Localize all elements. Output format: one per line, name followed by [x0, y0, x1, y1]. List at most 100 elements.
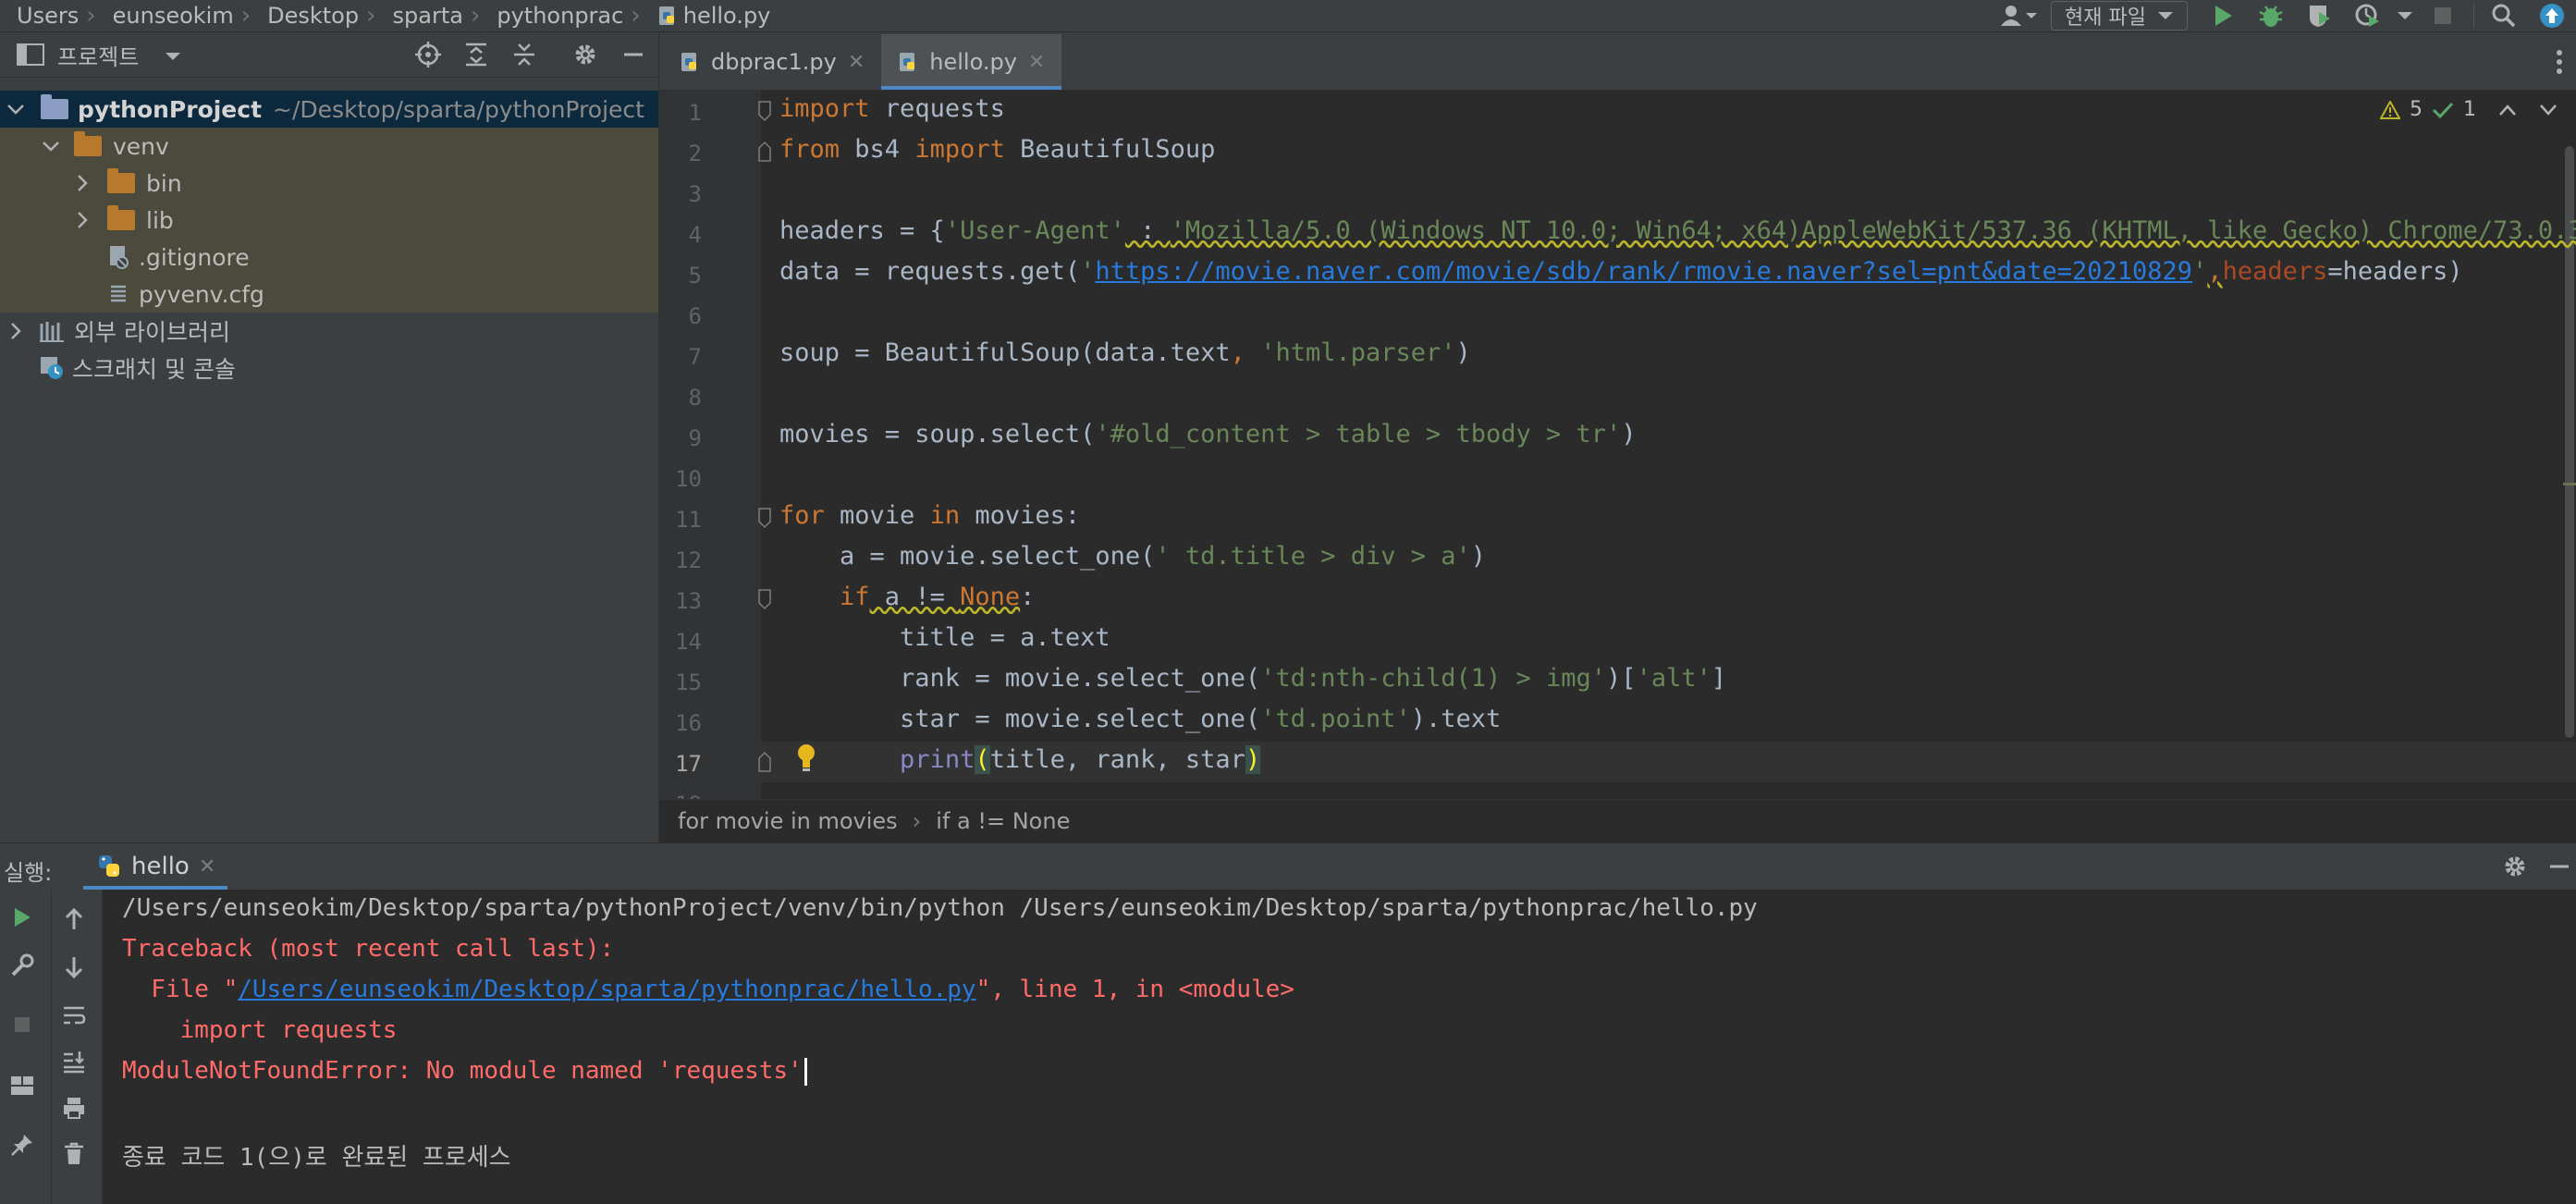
gear-icon[interactable] — [2502, 854, 2528, 879]
line-number: 4 — [688, 222, 702, 248]
run-console[interactable]: /Users/eunseokim/Desktop/sparta/pythonPr… — [103, 890, 2576, 1204]
config-file-icon — [111, 285, 126, 302]
tree-item-bin[interactable]: bin — [0, 165, 658, 202]
error-stripe-marker[interactable] — [2563, 483, 2576, 485]
close-icon[interactable]: ✕ — [1028, 51, 1045, 74]
more-tabs-icon[interactable] — [2556, 49, 2563, 79]
coverage-icon[interactable] — [2295, 0, 2343, 31]
run-icon[interactable] — [2199, 0, 2247, 31]
crumb-desktop[interactable]: Desktop — [251, 3, 366, 29]
run-panel-label: 실행: — [4, 860, 53, 886]
arrow-up-icon[interactable] — [55, 903, 92, 936]
search-icon[interactable] — [2480, 0, 2528, 31]
print-icon[interactable] — [55, 1091, 92, 1124]
user-icon[interactable] — [1986, 0, 2051, 31]
code-line-9: movies = soup.select('#old_content > tab… — [779, 420, 1637, 448]
locate-file-icon[interactable] — [412, 40, 444, 69]
project-panel-title[interactable]: 프로젝트 — [57, 39, 139, 71]
chevron-down-icon[interactable] — [6, 99, 26, 119]
chevron-down-icon[interactable] — [41, 136, 61, 156]
folder-icon — [41, 94, 68, 119]
tree-item-label: 외부 라이브러리 — [74, 319, 230, 346]
fold-marker-icon[interactable] — [757, 751, 772, 773]
project-root-name: pythonProject — [78, 95, 263, 123]
tree-item-pythonproject[interactable]: pythonProject ~/Desktop/sparta/pythonPro… — [0, 91, 658, 128]
breadcrumb-item[interactable]: for movie in movies — [678, 808, 898, 834]
tab-hello-py[interactable]: hello.py ✕ — [881, 34, 1062, 90]
gear-icon[interactable] — [570, 40, 601, 69]
update-icon[interactable] — [2528, 0, 2576, 31]
crumb-sparta[interactable]: sparta — [376, 3, 471, 29]
console-error-line: ModuleNotFoundError: No module named 're… — [122, 1057, 807, 1086]
more-run-options-icon[interactable] — [2391, 0, 2419, 31]
crumb-label: eunseokim — [112, 3, 234, 29]
hide-panel-icon[interactable] — [618, 40, 649, 69]
crumb-hello-py[interactable]: hello.py — [641, 3, 779, 29]
expand-all-icon[interactable] — [460, 40, 492, 69]
line-number: 14 — [675, 629, 702, 655]
line-number: 8 — [688, 385, 702, 411]
close-icon[interactable]: ✕ — [199, 855, 215, 878]
chevron-down-icon[interactable] — [165, 51, 181, 62]
run-config-select[interactable]: 현재 파일 — [2051, 1, 2188, 31]
line-number: 10 — [675, 466, 702, 492]
fold-marker-icon[interactable] — [757, 100, 772, 122]
scratches-icon — [41, 357, 63, 379]
tree-item-external-libraries[interactable]: 외부 라이브러리 — [0, 313, 658, 350]
inspection-widget[interactable]: 5 1 — [2380, 98, 2558, 121]
python-file-icon — [658, 6, 674, 25]
hide-panel-icon[interactable] — [2548, 855, 2570, 878]
soft-wrap-icon[interactable] — [55, 999, 92, 1032]
divider — [2467, 0, 2480, 31]
stop-icon[interactable] — [2419, 0, 2467, 31]
line-number: 6 — [688, 303, 702, 329]
crumb-eunseokim[interactable]: eunseokim — [96, 3, 241, 29]
tree-item-lib[interactable]: lib — [0, 202, 658, 239]
layout-icon[interactable] — [4, 1069, 41, 1102]
profile-icon[interactable] — [2343, 0, 2391, 31]
crumb-pythonprac[interactable]: pythonprac — [480, 3, 631, 29]
ok-count: 1 — [2463, 98, 2476, 121]
stop-icon[interactable] — [4, 1008, 41, 1041]
tree-item-gitignore[interactable]: .gitignore — [0, 239, 658, 276]
fold-marker-icon[interactable] — [757, 507, 772, 529]
crumb-label: Desktop — [267, 3, 360, 29]
rerun-icon[interactable] — [4, 901, 41, 934]
run-panel-header: 실행: hello ✕ — [0, 842, 2576, 891]
tree-item-scratches[interactable]: 스크래치 및 콘솔 — [0, 350, 658, 387]
scroll-to-end-icon[interactable] — [55, 1045, 92, 1078]
console-error-line: Traceback (most recent call last): — [122, 935, 615, 963]
chevron-right-icon[interactable] — [72, 210, 92, 230]
line-number: 13 — [675, 588, 702, 614]
traceback-file-link[interactable]: /Users/eunseokim/Desktop/sparta/pythonpr… — [238, 976, 975, 1003]
run-tab-hello[interactable]: hello ✕ — [83, 843, 228, 890]
fold-marker-icon[interactable] — [757, 141, 772, 163]
chevron-down-icon — [2158, 12, 2173, 19]
debug-icon[interactable] — [2247, 0, 2295, 31]
tree-item-venv[interactable]: venv — [0, 128, 658, 165]
tree-item-label: bin — [146, 169, 182, 197]
chevron-down-icon[interactable] — [2539, 104, 2558, 117]
arrow-down-icon[interactable] — [55, 951, 92, 984]
crumb-label: hello.py — [682, 3, 771, 29]
chevron-right-icon[interactable] — [6, 321, 26, 341]
code-line-12: a = movie.select_one(' td.title > div > … — [779, 542, 1487, 571]
breadcrumb-item[interactable]: if a != None — [936, 808, 1070, 834]
code-url-link[interactable]: https://movie.naver.com/movie/sdb/rank/r… — [1095, 257, 2192, 286]
code-line-1: import requests — [779, 94, 1005, 123]
crumb-users[interactable]: Users — [0, 3, 86, 29]
tab-dbprac1-py[interactable]: dbprac1.py ✕ — [663, 34, 881, 90]
fold-marker-icon[interactable] — [757, 588, 772, 610]
wrench-icon[interactable] — [4, 949, 41, 982]
chevron-right-icon[interactable] — [72, 173, 92, 193]
python-icon — [99, 855, 119, 877]
tree-item-pyvenv-cfg[interactable]: pyvenv.cfg — [0, 276, 658, 313]
tree-item-label: venv — [113, 132, 169, 160]
pin-icon[interactable] — [4, 1128, 41, 1161]
chevron-up-icon[interactable] — [2498, 104, 2517, 117]
code-editor[interactable]: 1 2 3 4 5 6 7 8 9 10 11 12 13 14 15 16 1… — [659, 91, 2576, 799]
run-tab-label: hello — [131, 853, 190, 880]
collapse-all-icon[interactable] — [509, 40, 540, 69]
close-icon[interactable]: ✕ — [848, 51, 865, 74]
trash-icon[interactable] — [55, 1137, 92, 1171]
